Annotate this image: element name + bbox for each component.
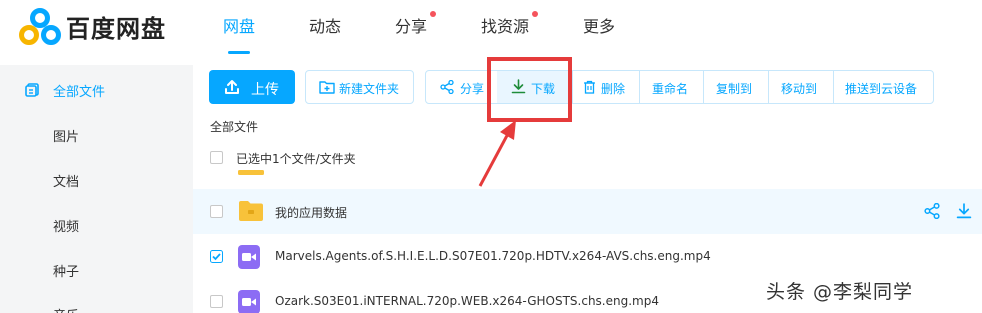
nav-more[interactable]: 更多: [583, 13, 615, 37]
sidebar: [0, 65, 193, 313]
upload-label: 上传: [251, 82, 279, 98]
share-label: 分享: [460, 82, 485, 96]
share-icon: [440, 80, 454, 94]
file-name[interactable]: Marvels.Agents.of.S.H.I.E.L.D.S07E01.720…: [275, 249, 711, 263]
sidebar-item-images[interactable]: 图片: [53, 126, 79, 145]
nav-netdisk[interactable]: 网盘: [223, 13, 255, 37]
nav-active-indicator: [228, 51, 250, 54]
push-to-cloud-device-button[interactable]: 推送到云设备: [834, 71, 933, 103]
brand-name: 百度网盘: [66, 15, 166, 43]
sidebar-item-videos[interactable]: 视频: [53, 216, 79, 235]
row-checkbox-checked[interactable]: [210, 250, 223, 263]
trash-icon: [584, 80, 595, 94]
file-name[interactable]: Ozark.S03E01.iNTERNAL.720p.WEB.x264-GHOS…: [275, 294, 659, 308]
row-checkbox[interactable]: [210, 205, 223, 218]
new-folder-label: 新建文件夹: [339, 82, 400, 96]
sidebar-item-music[interactable]: 音乐: [53, 305, 79, 313]
rename-button[interactable]: 重命名: [640, 71, 703, 103]
file-name[interactable]: 我的应用数据: [275, 204, 347, 221]
find-resources-notification-dot: [532, 11, 538, 17]
select-all-checkbox[interactable]: [210, 151, 223, 164]
breadcrumb[interactable]: 全部文件: [210, 118, 258, 135]
selection-status: 已选中1个文件/文件夹: [236, 152, 356, 166]
download-icon[interactable]: [956, 203, 972, 219]
top-header: 百度网盘 网盘 动态 分享 找资源 更多: [0, 0, 982, 56]
upload-button[interactable]: 上传: [209, 70, 295, 104]
upload-icon: [225, 80, 239, 94]
baidu-netdisk-logo: [19, 8, 61, 45]
sidebar-item-documents[interactable]: 文档: [53, 171, 79, 190]
move-to-button[interactable]: 移动到: [769, 71, 833, 103]
delete-button[interactable]: 删除: [573, 71, 639, 103]
file-row[interactable]: Marvels.Agents.of.S.H.I.E.L.D.S07E01.720…: [193, 234, 982, 279]
annotation-arrow-icon: [478, 120, 516, 187]
sidebar-item-all-files[interactable]: 全部文件: [53, 81, 105, 100]
video-file-icon: [238, 290, 260, 313]
folder-icon: [239, 201, 263, 221]
push-to-cloud-device-label: 推送到云设备: [845, 82, 918, 96]
move-to-label: 移动到: [781, 82, 818, 96]
nav-find-resources[interactable]: 找资源: [481, 13, 529, 37]
file-row[interactable]: 我的应用数据: [193, 189, 982, 234]
share-notification-dot: [430, 11, 436, 17]
new-folder-button[interactable]: 新建文件夹: [305, 70, 414, 104]
row-checkbox[interactable]: [210, 295, 223, 308]
share-icon[interactable]: [924, 203, 940, 219]
highlight-box-annotation: [487, 57, 572, 122]
copy-to-button[interactable]: 复制到: [704, 71, 768, 103]
nav-share[interactable]: 分享: [395, 13, 427, 37]
video-file-icon: [238, 245, 260, 269]
folder-icon: [238, 170, 264, 175]
watermark: 头条 @李梨同学: [766, 281, 914, 303]
copy-to-label: 复制到: [716, 82, 753, 96]
nav-activity[interactable]: 动态: [309, 13, 341, 37]
rename-label: 重命名: [652, 82, 689, 96]
delete-label: 删除: [601, 82, 626, 96]
sidebar-item-torrents[interactable]: 种子: [53, 261, 79, 280]
new-folder-icon: [319, 81, 335, 94]
all-files-icon: [25, 83, 39, 97]
